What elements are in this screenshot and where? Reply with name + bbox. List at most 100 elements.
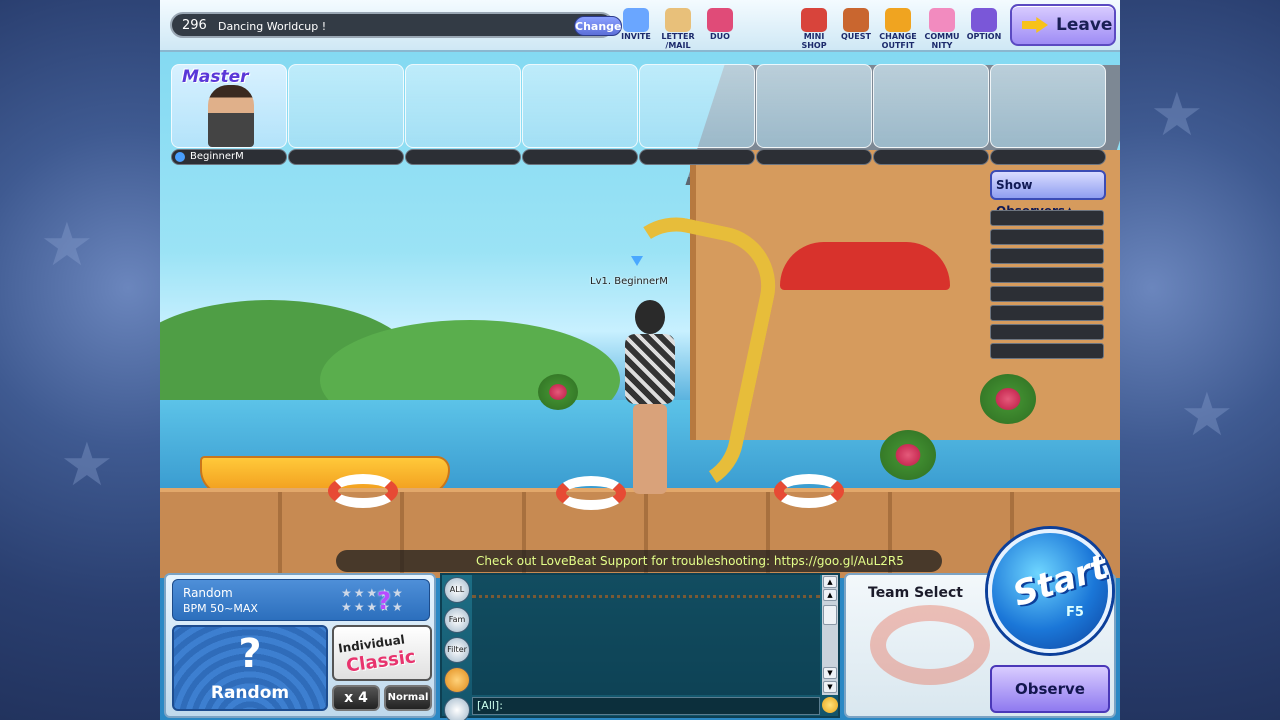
duo-button[interactable]: DUO [700, 8, 740, 48]
change-room-button[interactable]: Change [574, 16, 622, 36]
changeoutfit-button[interactable]: CHANGE OUTFIT [878, 8, 918, 50]
letter-button[interactable]: LETTER /MAIL [658, 8, 698, 50]
start-button[interactable]: Start F5 [988, 529, 1113, 653]
slot-card: Master [171, 64, 287, 148]
invite-button[interactable]: INVITE [616, 8, 656, 48]
master-tag: Master [182, 67, 249, 87]
slot-card [756, 64, 872, 148]
slot-name-bar [639, 149, 755, 165]
filter-icon[interactable]: Filter [444, 637, 470, 663]
slot-name-bar [990, 149, 1106, 165]
player-slot[interactable]: Master BeginnerM [171, 64, 287, 165]
gear-icon [971, 8, 997, 32]
slot-card [639, 64, 755, 148]
leave-label: Leave [1056, 15, 1113, 35]
quest-button[interactable]: QUEST [836, 8, 876, 48]
player-slot[interactable] [405, 64, 521, 165]
player-slot[interactable] [639, 64, 755, 165]
slot-card [990, 64, 1106, 148]
community-label: COMMU NITY [924, 32, 960, 50]
observe-button[interactable]: Observe [990, 665, 1110, 713]
multiplier-button[interactable]: x 4 [332, 685, 380, 711]
slot-card [873, 64, 989, 148]
status-icon [175, 152, 185, 162]
observer-slot[interactable] [990, 229, 1104, 245]
star-decoration: ★ [1150, 80, 1204, 150]
scroll-thumb[interactable] [823, 605, 837, 625]
player-character[interactable] [625, 300, 675, 500]
chat-scrollbar[interactable]: ▲ ▲ ▼ ▼ [822, 575, 838, 695]
warning-icon[interactable] [444, 667, 470, 693]
player-name: BeginnerM [190, 151, 244, 162]
room-title-bar: 296 Dancing Worldcup ! Change [170, 12, 622, 38]
player-slot[interactable] [990, 64, 1106, 165]
start-hotkey: F5 [1066, 605, 1084, 620]
flower-pot [980, 374, 1036, 424]
player-slot[interactable] [288, 64, 404, 165]
star-decoration: ★ [40, 210, 94, 280]
song-panel: Random BPM 50~MAX ★★★★★ ★★★★★ ? ? Random … [164, 573, 436, 718]
community-icon [929, 8, 955, 32]
duo-label: DUO [710, 32, 730, 41]
song-bpm: BPM 50~MAX [183, 602, 258, 615]
game-mode-button[interactable]: Individual Classic [332, 625, 432, 681]
observer-slot[interactable] [990, 286, 1104, 302]
community-button[interactable]: COMMU NITY [922, 8, 962, 50]
option-button[interactable]: OPTION [964, 8, 1004, 48]
life-ring [328, 474, 398, 508]
life-ring-decoration [870, 605, 990, 685]
arrow-right-icon [1022, 17, 1048, 33]
scroll-top-icon[interactable]: ▲ [823, 576, 837, 588]
song-info[interactable]: Random BPM 50~MAX ★★★★★ ★★★★★ ? [172, 579, 430, 621]
game-viewport: Lv1. BeginnerM 296 Dancing Worldcup ! Ch… [160, 0, 1120, 720]
song-select-button[interactable]: ? Random [172, 625, 328, 711]
character-head [635, 300, 665, 334]
speed-button[interactable]: Normal [384, 685, 432, 711]
rope-decoration [472, 595, 820, 598]
room-name: Dancing Worldcup ! [218, 20, 327, 33]
team-panel: Team Select Start F5 Observe [844, 529, 1116, 718]
song-art-mark: ? [238, 631, 262, 677]
scroll-up-icon[interactable]: ▲ [823, 589, 837, 601]
chat-input[interactable]: [All]: [472, 697, 820, 715]
scroll-down-icon[interactable]: ▼ [823, 667, 837, 679]
leave-button[interactable]: Leave [1010, 4, 1116, 46]
slot-name-bar [756, 149, 872, 165]
life-ring [556, 476, 626, 510]
family-chat-icon[interactable]: Fam [444, 607, 470, 633]
slot-card [288, 64, 404, 148]
observer-slot[interactable] [990, 267, 1104, 283]
speech-bubble-icon[interactable] [444, 697, 470, 720]
background-right: ★ ★ [1120, 0, 1280, 720]
slot-name-bar [873, 149, 989, 165]
show-observers-button[interactable]: Show Observers▲ [990, 170, 1106, 218]
team-select-label[interactable]: Team Select [868, 585, 963, 601]
slot-name-bar [288, 149, 404, 165]
quest-icon [843, 8, 869, 32]
player-slot[interactable] [522, 64, 638, 165]
quest-label: QUEST [841, 32, 871, 41]
chat-panel: ALL Fam Filter ▲ ▲ ▼ ▼ [All]: [440, 573, 840, 720]
minishop-button[interactable]: MINI SHOP [794, 8, 834, 50]
observer-slot[interactable] [990, 248, 1104, 264]
flower-pot [538, 374, 578, 410]
scroll-bottom-icon[interactable]: ▼ [823, 681, 837, 693]
observer-slot[interactable] [990, 305, 1104, 321]
star-decoration: ★ [60, 430, 114, 500]
flower-pot [880, 430, 936, 480]
minishop-label: MINI SHOP [801, 32, 827, 50]
news-ticker: Check out LoveBeat Support for troublesh… [336, 550, 942, 572]
observer-slot[interactable] [990, 210, 1104, 226]
emoji-icon[interactable] [822, 697, 838, 713]
star-decoration: ★ [1180, 380, 1234, 450]
letter-label: LETTER /MAIL [661, 32, 695, 50]
chat-log[interactable] [472, 575, 820, 695]
all-chat-icon[interactable]: ALL [444, 577, 470, 603]
difficulty-unknown-mark: ? [377, 587, 391, 615]
slot-name-bar [405, 149, 521, 165]
observer-slot[interactable] [990, 343, 1104, 359]
player-slot[interactable] [756, 64, 872, 165]
observer-slot[interactable] [990, 324, 1104, 340]
player-slot[interactable] [873, 64, 989, 165]
outfit-icon [885, 8, 911, 32]
